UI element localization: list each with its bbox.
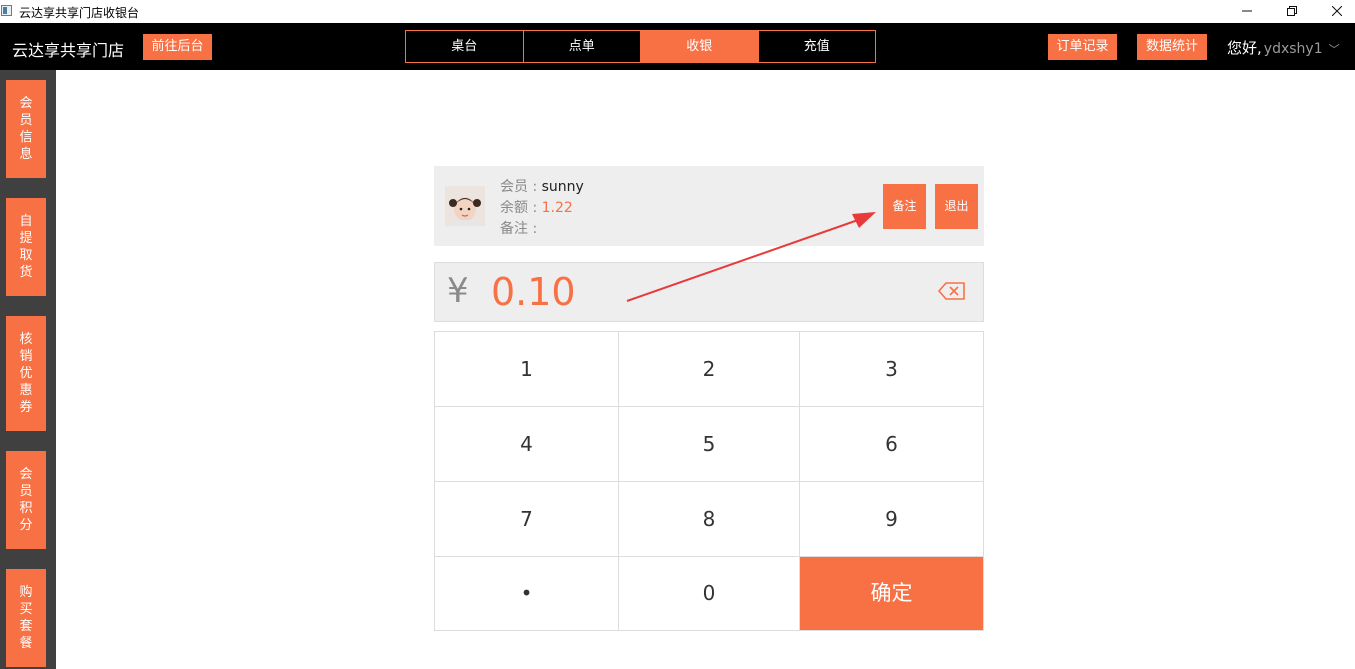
close-icon <box>1331 5 1343 17</box>
key-1[interactable]: 1 <box>435 332 619 407</box>
member-card: 会员 : sunny 余额 : 1.22 备注 : 备注 退出 <box>434 166 984 246</box>
tab-recharge[interactable]: 充值 <box>757 31 876 62</box>
key-2[interactable]: 2 <box>619 332 800 407</box>
tab-table[interactable]: 桌台 <box>406 31 523 62</box>
app-icon <box>1 5 12 16</box>
chevron-down-icon: ﹀ <box>1328 43 1340 56</box>
main-tabs: 桌台 点单 收银 充值 <box>405 30 876 63</box>
exit-member-button[interactable]: 退出 <box>935 184 978 229</box>
top-navbar: 云达享共享门店 前往后台 桌台 点单 收银 充值 订单记录 数据统计 您好, yd… <box>0 23 1355 70</box>
order-records-button[interactable]: 订单记录 <box>1048 34 1117 60</box>
confirm-button[interactable]: 确定 <box>800 557 983 630</box>
balance-label: 余额 : <box>500 200 542 216</box>
key-9[interactable]: 9 <box>800 482 983 557</box>
key-8[interactable]: 8 <box>619 482 800 557</box>
tab-checkout[interactable]: 收银 <box>640 31 758 62</box>
sidebar: 会员信息 自提取货 核销优惠券 会员积分 购买套餐 <box>0 70 56 669</box>
minimize-icon <box>1242 10 1252 12</box>
key-5[interactable]: 5 <box>619 407 800 482</box>
key-0[interactable]: 0 <box>619 557 800 630</box>
key-decimal[interactable]: • <box>435 557 619 630</box>
store-name: 云达享共享门店 <box>12 41 125 60</box>
numeric-keypad: 1 2 3 4 5 6 7 8 9 • 0 确定 <box>434 331 984 631</box>
member-name: sunny <box>541 179 584 195</box>
window-title: 云达享共享门店收银台 <box>19 6 140 20</box>
minimize-button[interactable] <box>1224 0 1270 23</box>
key-3[interactable]: 3 <box>800 332 983 407</box>
key-6[interactable]: 6 <box>800 407 983 482</box>
sidebar-item-member-points[interactable]: 会员积分 <box>6 451 46 549</box>
backspace-icon[interactable] <box>938 282 966 300</box>
member-info: 会员 : sunny 余额 : 1.22 备注 : <box>500 177 584 240</box>
note-label: 备注 : <box>500 221 538 237</box>
sidebar-item-member-info[interactable]: 会员信息 <box>6 80 46 178</box>
amount-value: 0.10 <box>491 270 576 314</box>
key-4[interactable]: 4 <box>435 407 619 482</box>
amount-display: ¥ 0.10 <box>434 262 984 322</box>
member-label: 会员 : <box>500 179 542 195</box>
key-7[interactable]: 7 <box>435 482 619 557</box>
data-stats-button[interactable]: 数据统计 <box>1137 34 1207 60</box>
backend-button[interactable]: 前往后台 <box>143 34 212 60</box>
note-button[interactable]: 备注 <box>883 184 926 229</box>
greeting-text: 您好, <box>1227 39 1262 57</box>
restore-icon <box>1287 6 1297 16</box>
sidebar-item-coupon-redeem[interactable]: 核销优惠券 <box>6 316 46 431</box>
close-button[interactable] <box>1314 0 1355 23</box>
tab-order[interactable]: 点单 <box>522 31 641 62</box>
currency-symbol: ¥ <box>447 271 469 311</box>
restore-button[interactable] <box>1269 0 1315 23</box>
user-menu[interactable]: 您好, ydxshy1 ﹀ <box>1227 37 1340 58</box>
member-avatar <box>445 186 485 226</box>
window-titlebar: 云达享共享门店收银台 <box>0 0 1355 23</box>
sidebar-item-self-pickup[interactable]: 自提取货 <box>6 198 46 296</box>
sidebar-item-buy-package[interactable]: 购买套餐 <box>6 569 46 667</box>
member-balance: 1.22 <box>541 200 573 216</box>
username: ydxshy1 <box>1263 41 1323 57</box>
